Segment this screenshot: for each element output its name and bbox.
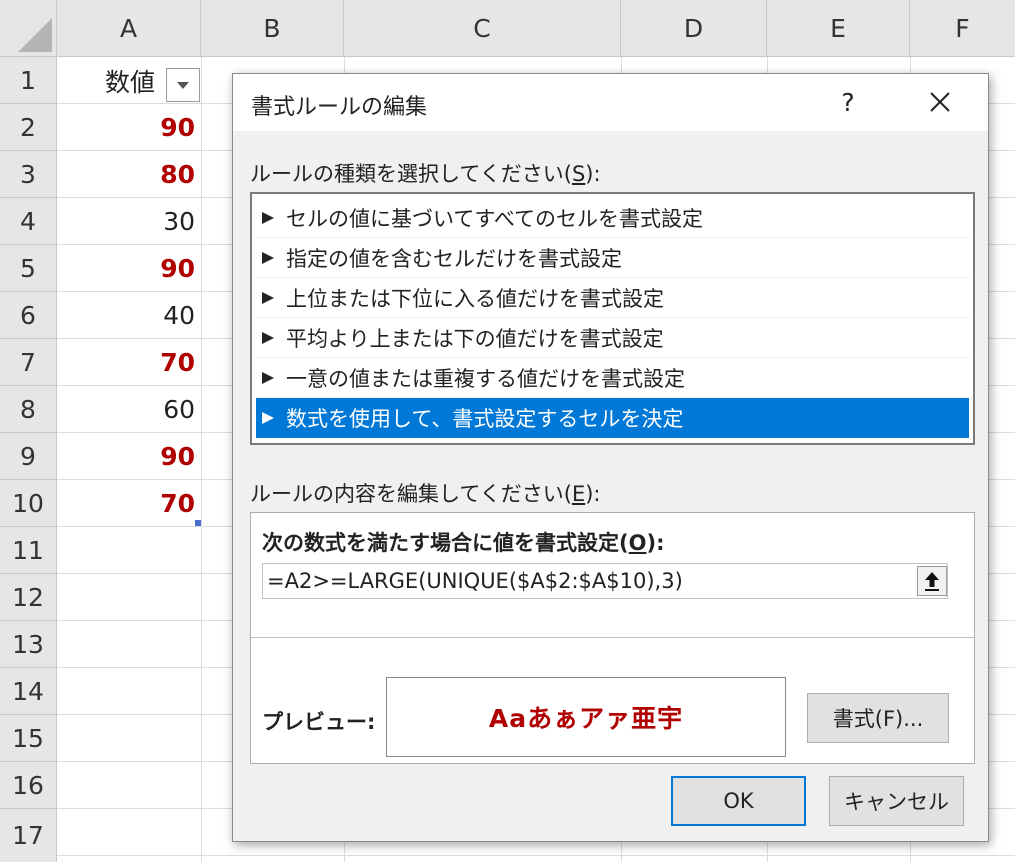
- separator: [251, 637, 974, 638]
- formula-label-suffix: ):: [646, 531, 665, 555]
- cell-a3[interactable]: 80: [57, 151, 201, 198]
- cell-a2[interactable]: 90: [57, 104, 201, 151]
- rule-type-accesskey: S: [571, 162, 586, 186]
- row-header-8[interactable]: 8: [0, 386, 57, 433]
- row-header-7[interactable]: 7: [0, 339, 57, 386]
- pointer-arrow-icon: [262, 412, 274, 424]
- row-header-15[interactable]: 15: [0, 715, 57, 762]
- row-header-10[interactable]: 10: [0, 480, 57, 527]
- preview-sample-text: Aaあぁアァ亜宇: [488, 704, 684, 733]
- row-header-1[interactable]: 1: [0, 57, 57, 104]
- row-header-6[interactable]: 6: [0, 292, 57, 339]
- cell-a10[interactable]: 70: [57, 480, 201, 527]
- row-header-11[interactable]: 11: [0, 527, 57, 574]
- close-button[interactable]: [915, 82, 965, 122]
- format-button[interactable]: 書式(F)...: [807, 693, 949, 743]
- formula-input[interactable]: [262, 563, 948, 599]
- rule-type-item[interactable]: 上位または下位に入る値だけを書式設定: [256, 278, 969, 318]
- edit-rule-label-text: ルールの内容を編集してください(: [250, 482, 572, 506]
- cell-a6[interactable]: 40: [57, 292, 201, 339]
- column-header-e[interactable]: E: [767, 0, 910, 57]
- pointer-arrow-icon: [262, 331, 274, 344]
- column-header-d[interactable]: D: [621, 0, 767, 57]
- ok-button[interactable]: OK: [671, 776, 806, 826]
- pointer-arrow-icon: [262, 371, 274, 384]
- row-header-4[interactable]: 4: [0, 198, 57, 245]
- rule-type-item[interactable]: セルの値に基づいてすべてのセルを書式設定: [256, 198, 969, 238]
- row-header-5[interactable]: 5: [0, 245, 57, 292]
- collapse-dialog-button[interactable]: [917, 566, 947, 596]
- rule-type-label-text: ルールの種類を選択してください(: [250, 162, 572, 186]
- cell-a7[interactable]: 70: [57, 339, 201, 386]
- pointer-arrow-icon: [262, 291, 274, 304]
- cell-a9[interactable]: 90: [57, 433, 201, 480]
- column-header-a[interactable]: A: [57, 0, 201, 57]
- arrow-up-icon: [925, 572, 939, 591]
- rule-type-label-suffix: ):: [585, 162, 601, 186]
- formula-accesskey: O: [628, 531, 647, 555]
- rule-type-item-label: 指定の値を含むセルだけを書式設定: [286, 246, 622, 271]
- formula-label: 次の数式を満たす場合に値を書式設定(O):: [262, 527, 664, 557]
- select-all-corner[interactable]: [0, 0, 57, 57]
- row-header-9[interactable]: 9: [0, 433, 57, 480]
- select-all-icon: [18, 18, 52, 52]
- autofilter-button[interactable]: [166, 68, 200, 102]
- rule-type-item[interactable]: 指定の値を含むセルだけを書式設定: [256, 238, 969, 278]
- rule-type-item[interactable]: 一意の値または重複する値だけを書式設定: [256, 358, 969, 398]
- pointer-arrow-icon: [262, 211, 274, 224]
- edit-rule-label: ルールの内容を編集してください(E):: [250, 478, 601, 508]
- rule-description-panel: 次の数式を満たす場合に値を書式設定(O): プレビュー: Aaあぁアァ亜宇 書式…: [250, 512, 975, 764]
- cell-a8[interactable]: 60: [57, 386, 201, 433]
- preview-box: Aaあぁアァ亜宇: [386, 677, 786, 757]
- formula-label-text: 次の数式を満たす場合に値を書式設定(: [262, 531, 629, 555]
- rule-type-item-label: 数式を使用して、書式設定するセルを決定: [286, 407, 684, 431]
- rule-type-item-label: セルの値に基づいてすべてのセルを書式設定: [286, 206, 704, 231]
- rule-type-item-label: 上位または下位に入る値だけを書式設定: [286, 286, 664, 311]
- edit-rule-label-suffix: ):: [585, 482, 601, 506]
- rule-type-item-label: 平均より上または下の値だけを書式設定: [286, 326, 664, 351]
- edit-rule-accesskey: E: [571, 482, 586, 506]
- cell-a4[interactable]: 30: [57, 198, 201, 245]
- rule-type-item-label: 一意の値または重複する値だけを書式設定: [286, 366, 685, 391]
- preview-label: プレビュー:: [262, 710, 376, 734]
- row-header-2[interactable]: 2: [0, 104, 57, 151]
- rule-type-item[interactable]: 平均より上または下の値だけを書式設定: [256, 318, 969, 358]
- dialog-titlebar[interactable]: 書式ルールの編集 ?: [233, 74, 988, 131]
- dialog-title: 書式ルールの編集: [251, 95, 428, 120]
- column-header-f[interactable]: F: [910, 0, 1015, 57]
- column-header-c[interactable]: C: [344, 0, 621, 57]
- grid-line: [201, 57, 202, 862]
- fill-handle[interactable]: [195, 520, 201, 526]
- rule-type-list[interactable]: セルの値に基づいてすべてのセルを書式設定 指定の値を含むセルだけを書式設定 上位…: [250, 192, 975, 445]
- edit-format-rule-dialog: 書式ルールの編集 ? ルールの種類を選択してください(S): セルの値に基づいて…: [232, 73, 989, 842]
- close-icon: [930, 92, 950, 112]
- row-header-12[interactable]: 12: [0, 574, 57, 621]
- cell-a5[interactable]: 90: [57, 245, 201, 292]
- row-header-13[interactable]: 13: [0, 621, 57, 668]
- row-header-17[interactable]: 17: [0, 809, 57, 862]
- help-button[interactable]: ?: [828, 82, 868, 122]
- rule-type-item[interactable]: 数式を使用して、書式設定するセルを決定: [256, 398, 969, 438]
- row-header-16[interactable]: 16: [0, 762, 57, 809]
- column-header-b[interactable]: B: [201, 0, 344, 57]
- cancel-button[interactable]: キャンセル: [829, 776, 964, 826]
- row-header-14[interactable]: 14: [0, 668, 57, 715]
- rule-type-label: ルールの種類を選択してください(S):: [250, 158, 601, 188]
- grid-line: [57, 855, 1015, 856]
- chevron-down-icon: [177, 81, 189, 89]
- row-header-3[interactable]: 3: [0, 151, 57, 198]
- pointer-arrow-icon: [262, 251, 274, 264]
